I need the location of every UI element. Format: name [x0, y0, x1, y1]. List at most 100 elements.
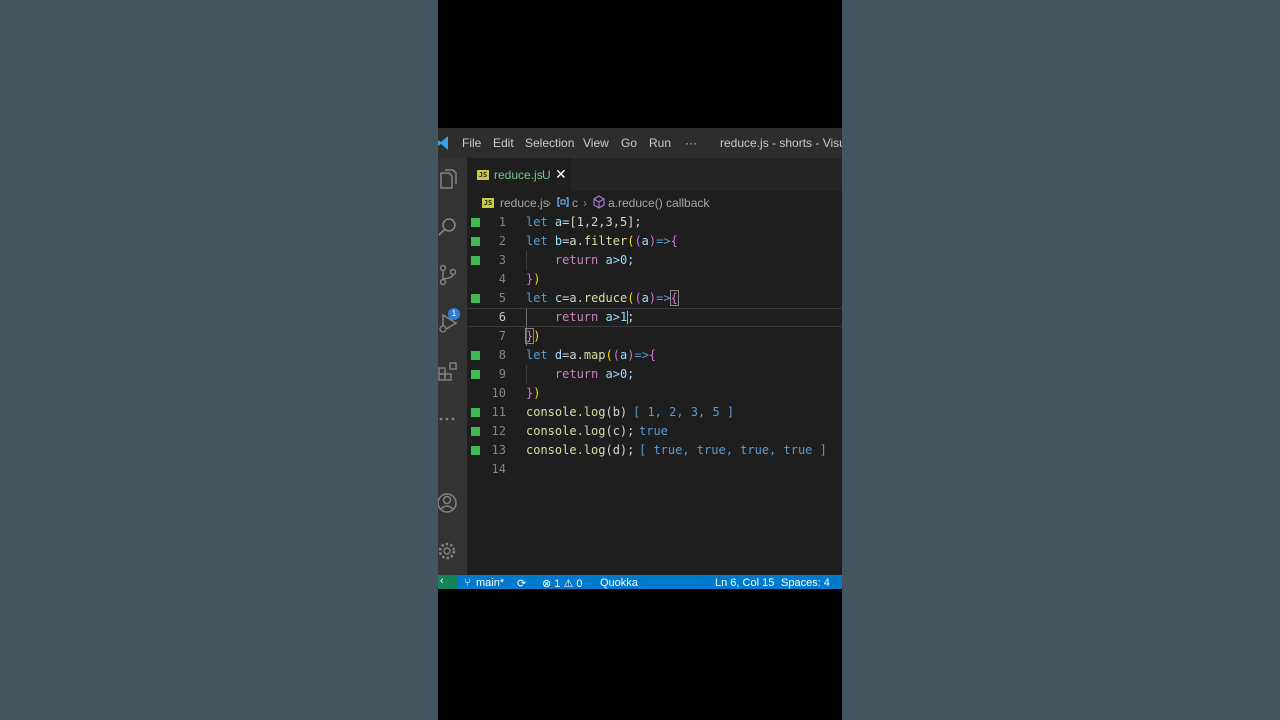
activity-bar: 1 — [438, 158, 467, 575]
line-number: 13 — [491, 443, 506, 457]
breadcrumb-symbol-callback[interactable]: a.reduce() callback — [608, 196, 709, 210]
line-code: console.log(b) — [526, 405, 628, 419]
code-line[interactable]: 5 let c=a.reduce((a)=>{ — [467, 289, 842, 308]
gutter-added-marker — [471, 351, 480, 360]
account-icon[interactable] — [438, 492, 460, 514]
method-symbol-icon — [593, 195, 605, 209]
tab-untracked-status: U — [542, 168, 551, 182]
code-line[interactable]: 1 let a=[1,2,3,5]; — [467, 213, 842, 232]
menu-view[interactable]: View — [583, 136, 609, 150]
breadcrumb-separator-icon: › — [547, 196, 551, 210]
line-code: console.log(d); — [526, 443, 635, 457]
line-number: 14 — [491, 462, 506, 476]
line-code: return a>0; — [554, 253, 635, 267]
line-code: }) — [524, 328, 541, 344]
title-bar: File Edit Selection View Go Run ··· redu… — [438, 128, 842, 158]
run-debug-icon[interactable] — [438, 312, 460, 334]
line-code: return a>1; — [554, 310, 635, 324]
line-number: 6 — [498, 310, 506, 324]
breadcrumb-separator-icon: › — [583, 196, 587, 210]
code-line[interactable]: 12 console.log(c); true — [467, 422, 842, 441]
menu-run[interactable]: Run — [649, 136, 671, 150]
git-branch-icon: ⑂ — [464, 577, 471, 589]
tab-filename: reduce.js — [494, 168, 543, 182]
remote-indicator[interactable]: ‹ — [438, 575, 458, 589]
line-code: }) — [526, 386, 541, 400]
source-control-icon[interactable] — [438, 264, 460, 286]
code-line[interactable]: 8 let d=a.map((a)=>{ — [467, 346, 842, 365]
line-number: 3 — [498, 253, 506, 267]
gutter-added-marker — [471, 256, 480, 265]
code-line[interactable]: 11 console.log(b) [ 1, 2, 3, 5 ] — [467, 403, 842, 422]
javascript-file-icon: JS — [482, 198, 494, 208]
tab-close-icon[interactable]: ✕ — [555, 166, 567, 183]
code-line[interactable]: 13 console.log(d); [ true, true, true, t… — [467, 441, 842, 460]
window-title: reduce.js - shorts - Visual S — [720, 136, 842, 150]
quokka-inline-value: [ true, true, true, true ] — [639, 443, 827, 457]
code-line[interactable]: 2 let b=a.filter((a)=>{ — [467, 232, 842, 251]
code-line[interactable]: 3 return a>0; — [467, 251, 842, 270]
tab-reduce-js[interactable]: JS reduce.js U ✕ — [467, 158, 571, 191]
line-number: 11 — [491, 405, 506, 419]
line-code: let b=a.filter((a)=>{ — [526, 234, 678, 248]
gutter-added-marker — [471, 218, 480, 227]
code-line[interactable]: 7 }) — [467, 327, 842, 346]
more-icon[interactable] — [438, 408, 460, 430]
video-frame: File Edit Selection View Go Run ··· redu… — [438, 0, 842, 720]
breadcrumb: JS reduce.js › c › a.reduce() callback — [467, 191, 842, 213]
variable-symbol-icon — [557, 197, 569, 207]
code-line-active[interactable]: 6 return a>1; — [467, 308, 842, 327]
menu-go[interactable]: Go — [621, 136, 637, 150]
line-code: let c=a.reduce((a)=>{ — [526, 290, 679, 306]
line-number: 10 — [491, 386, 506, 400]
line-code: let d=a.map((a)=>{ — [526, 348, 657, 362]
menu-selection[interactable]: Selection — [525, 136, 574, 150]
javascript-file-icon: JS — [477, 170, 489, 180]
menu-more[interactable]: ··· — [685, 136, 697, 150]
vscode-logo-icon — [438, 136, 448, 150]
line-code: return a>0; — [554, 367, 635, 381]
quokka-status[interactable]: Quokka — [600, 577, 638, 589]
line-code: }) — [526, 272, 541, 286]
gutter-added-marker — [471, 408, 480, 417]
vscode-window: File Edit Selection View Go Run ··· redu… — [438, 128, 842, 589]
breadcrumb-symbol-c[interactable]: c — [572, 196, 578, 210]
line-number: 12 — [491, 424, 506, 438]
line-number: 4 — [498, 272, 506, 286]
gutter-added-marker — [471, 446, 480, 455]
bracket-match-highlight: { — [669, 290, 679, 306]
line-number: 5 — [498, 291, 506, 305]
gutter-added-marker — [471, 427, 480, 436]
line-code: console.log(c); — [526, 424, 635, 438]
cursor-position[interactable]: Ln 6, Col 15 — [715, 577, 774, 589]
search-icon[interactable] — [438, 216, 460, 238]
extensions-icon[interactable] — [438, 360, 460, 382]
git-branch[interactable]: main* — [476, 577, 504, 589]
line-number: 2 — [498, 234, 506, 248]
line-number: 8 — [498, 348, 506, 362]
indentation-setting[interactable]: Spaces: 4 — [781, 577, 830, 589]
code-editor[interactable]: 1 let a=[1,2,3,5]; 2 let b=a.filter((a)=… — [467, 213, 842, 575]
files-icon[interactable] — [438, 168, 460, 190]
code-line[interactable]: 9 return a>0; — [467, 365, 842, 384]
status-bar: ‹ ⑂ main* ⟳ ⊗ 1 ⚠ 0 Quokka Ln 6, Col 15 … — [438, 575, 842, 589]
breadcrumb-file[interactable]: reduce.js — [500, 196, 549, 210]
quokka-inline-value: [ 1, 2, 3, 5 ] — [633, 405, 735, 419]
line-number: 7 — [498, 329, 506, 343]
gutter-added-marker — [471, 294, 480, 303]
quokka-inline-value: true — [639, 424, 668, 438]
line-number: 1 — [498, 215, 506, 229]
sync-icon[interactable]: ⟳ — [517, 577, 526, 589]
menu-file[interactable]: File — [462, 136, 481, 150]
line-number: 9 — [498, 367, 506, 381]
code-line[interactable]: 4 }) — [467, 270, 842, 289]
code-line[interactable]: 14 — [467, 460, 842, 479]
code-line[interactable]: 10 }) — [467, 384, 842, 403]
remote-icon: ‹ — [440, 575, 444, 587]
gutter-added-marker — [471, 370, 480, 379]
menu-edit[interactable]: Edit — [493, 136, 514, 150]
settings-gear-icon[interactable] — [438, 540, 460, 562]
problems-indicator[interactable]: ⊗ 1 ⚠ 0 — [542, 577, 582, 589]
line-code: let a=[1,2,3,5]; — [526, 215, 642, 229]
tab-bar: JS reduce.js U ✕ — [467, 158, 842, 191]
